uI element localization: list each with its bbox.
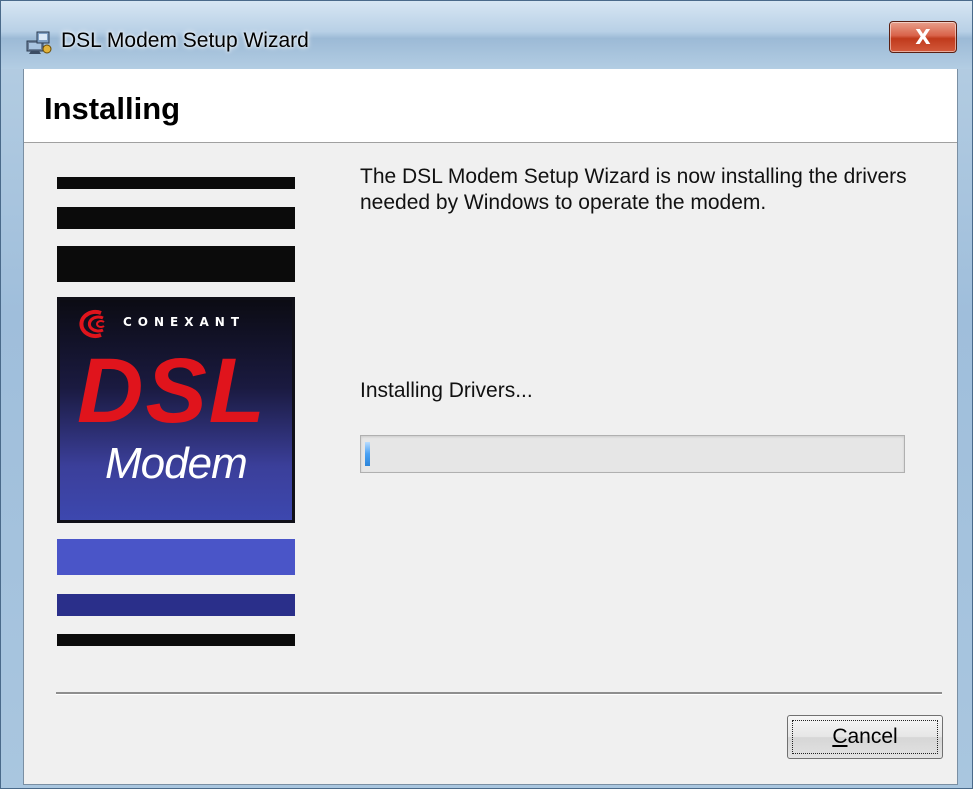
install-progress-bar: [360, 435, 905, 473]
banner-stripe: [57, 207, 295, 229]
brand-name: CONEXANT: [123, 315, 246, 329]
dsl-modem-logo: CONEXANT DSL Modem: [57, 297, 295, 523]
cancel-label-rest: ancel: [847, 725, 898, 748]
progress-fill: [365, 442, 370, 466]
window-title: DSL Modem Setup Wizard: [61, 29, 309, 52]
wizard-client-area: Installing CONEXANT DSL Modem The DSL Mo…: [23, 69, 958, 785]
cancel-label: Cancel: [788, 725, 942, 749]
title-bar[interactable]: DSL Modem Setup Wizard X: [1, 1, 972, 69]
close-button[interactable]: X: [889, 21, 957, 53]
conexant-logo-icon: [79, 310, 105, 338]
cancel-mnemonic: C: [832, 725, 848, 748]
product-dsl-text: DSL: [77, 340, 267, 442]
page-title: Installing: [44, 91, 181, 126]
wizard-header: Installing: [24, 69, 957, 143]
install-message: The DSL Modem Setup Wizard is now instal…: [360, 165, 907, 214]
footer-separator: [56, 692, 942, 695]
cancel-button[interactable]: Cancel: [787, 715, 943, 759]
banner-stripe: [57, 594, 295, 616]
setup-wizard-icon: [26, 31, 52, 54]
banner-stripe: [57, 634, 295, 646]
banner-stripe: [57, 177, 295, 189]
banner-stripe: [57, 539, 295, 575]
conexant-banner: CONEXANT DSL Modem: [57, 177, 295, 647]
wizard-window: DSL Modem Setup Wizard X Installing CONE…: [0, 0, 973, 789]
close-icon: X: [915, 25, 931, 49]
banner-stripe: [57, 246, 295, 282]
product-modem-text: Modem: [105, 439, 248, 488]
install-status: Installing Drivers...: [360, 379, 533, 402]
